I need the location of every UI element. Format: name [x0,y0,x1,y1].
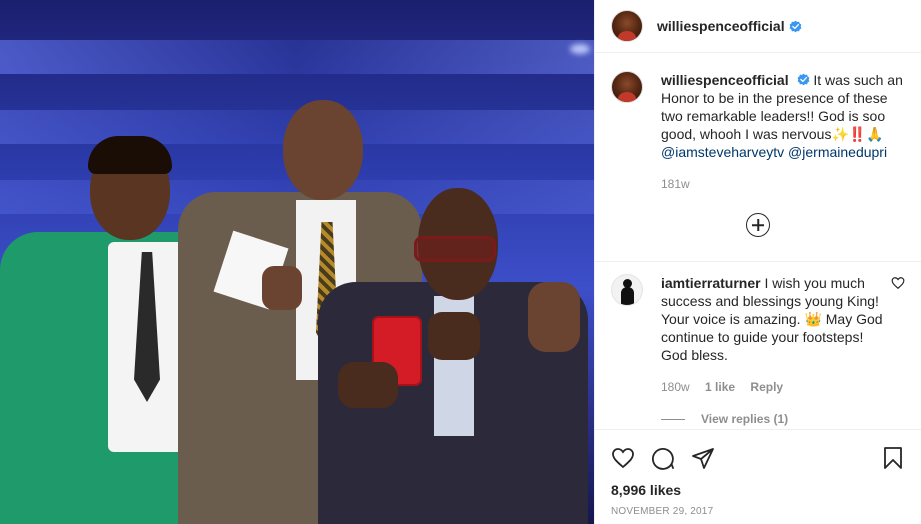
mention-link[interactable]: @jermainedupri [788,144,887,160]
likes-count[interactable]: 8,996 likes [611,482,905,498]
avatar[interactable] [611,10,643,42]
instagram-post: williespenceofficial williespenceofficia… [0,0,921,524]
caption-username[interactable]: williespenceofficial [661,72,789,88]
divider [595,261,921,262]
heart-icon[interactable] [611,446,635,470]
comment-likes[interactable]: 1 like [705,380,735,394]
comment-username[interactable]: iamtierraturner [661,275,761,291]
caption: williespenceofficial It was such an Hono… [611,71,905,193]
post-side-panel: williespenceofficial williespenceofficia… [594,0,921,524]
stage-light-band [0,40,594,74]
post-photo[interactable] [0,0,594,524]
plus-circle-icon[interactable] [746,213,770,237]
post-date[interactable]: NOVEMBER 29, 2017 [611,506,905,517]
caption-time[interactable]: 181w [661,177,690,191]
stage-spotlight [570,44,590,54]
comment-icon[interactable] [651,446,675,470]
view-replies-button[interactable]: View replies (1) [661,412,905,426]
comment-time[interactable]: 180w [661,380,690,394]
verified-badge-icon [797,73,809,86]
sunglasses [414,236,496,262]
reply-button[interactable]: Reply [750,380,783,394]
share-icon[interactable] [691,446,715,470]
post-header: williespenceofficial [595,0,921,53]
post-actions: 8,996 likes NOVEMBER 29, 2017 [595,429,921,524]
verified-badge-icon [789,20,801,32]
avatar[interactable] [611,71,643,103]
avatar[interactable] [611,274,643,306]
mention-link[interactable]: @iamsteveharveytv [661,144,784,160]
bookmark-icon[interactable] [881,446,905,470]
comment-item: iamtierraturner I wish you much success … [611,274,905,396]
comments-area: williespenceofficial It was such an Hono… [595,53,921,429]
load-more-comments[interactable] [611,213,905,237]
heart-icon[interactable] [891,276,905,290]
header-username[interactable]: williespenceofficial [657,18,785,34]
